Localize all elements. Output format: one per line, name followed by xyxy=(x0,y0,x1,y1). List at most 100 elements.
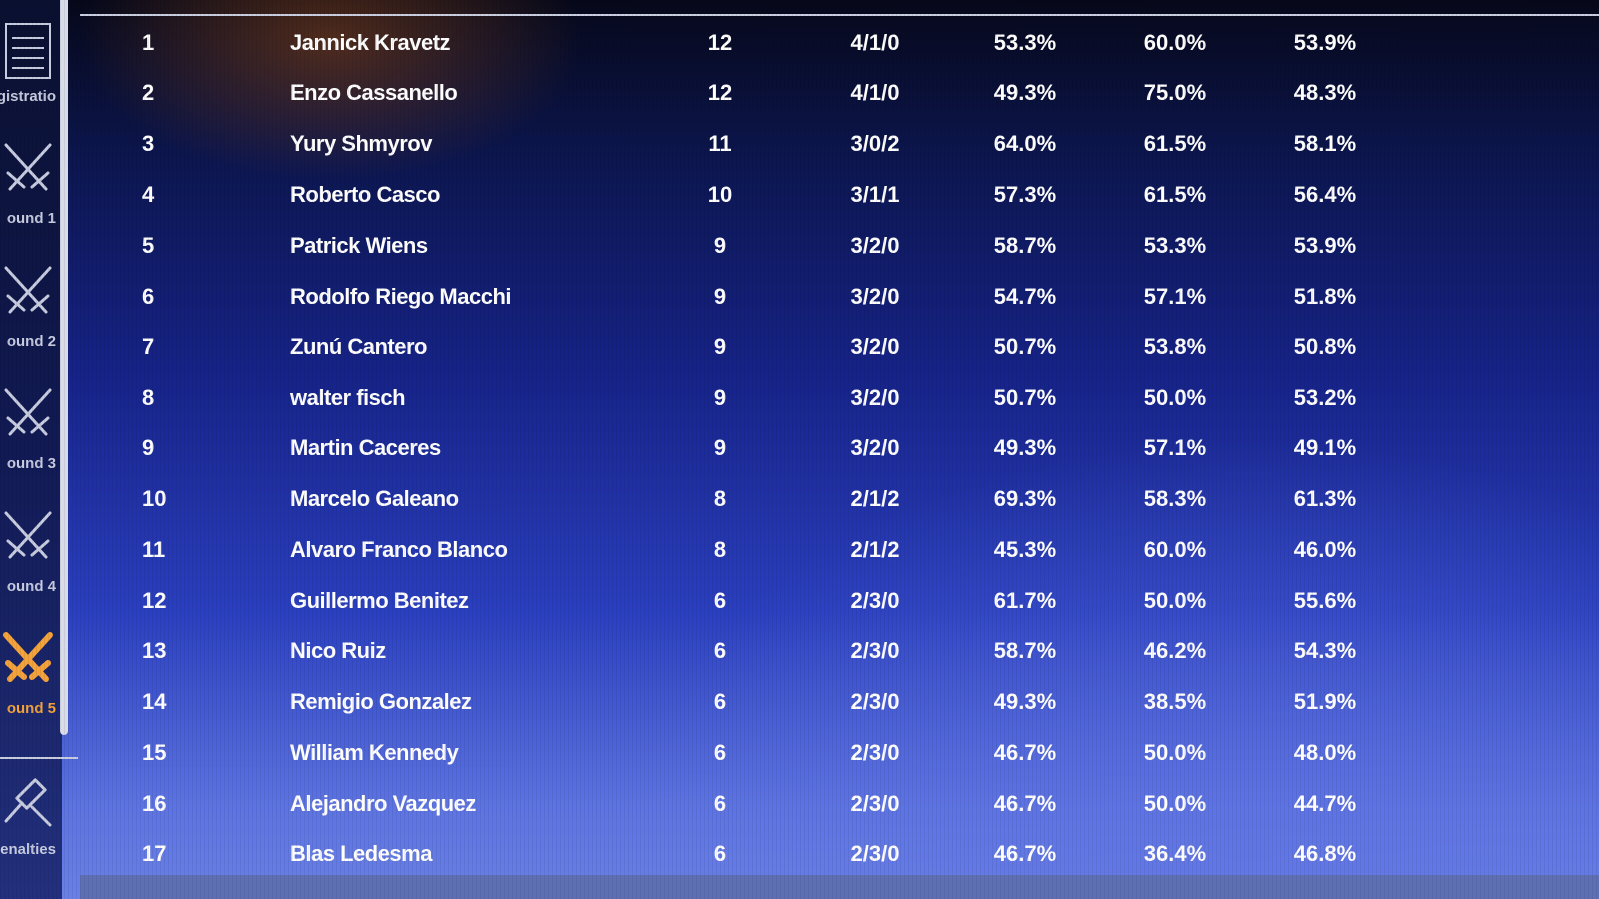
crossed-swords-icon xyxy=(4,266,52,314)
percent-cell-2: 50.0% xyxy=(1143,791,1207,816)
percent-cell-2: 50.0% xyxy=(1143,588,1207,613)
points-cell: 8 xyxy=(713,486,727,511)
player-name-cell: Nico Ruiz xyxy=(290,638,386,663)
table-row[interactable]: 13 Nico Ruiz 6 2/3/0 58.7% 46.2% 54.3% xyxy=(80,626,1599,676)
crossed-swords-icon xyxy=(4,143,52,191)
standings-screen: gistratio ound 1 ound 2 ound 3 ound 4 ou… xyxy=(0,0,1599,899)
player-name-cell: Blas Ledesma xyxy=(290,841,432,866)
percent-cell-1: 64.0% xyxy=(993,131,1057,156)
rank-cell: 3 xyxy=(142,131,155,156)
percent-cell-2: 60.0% xyxy=(1143,30,1207,55)
registration-list-icon xyxy=(5,23,51,79)
percent-cell-1: 61.7% xyxy=(993,588,1057,613)
percent-cell-1: 46.7% xyxy=(993,740,1057,765)
points-cell: 6 xyxy=(713,689,727,714)
percent-cell-3: 55.6% xyxy=(1293,588,1357,613)
rank-cell: 2 xyxy=(142,80,155,105)
table-row[interactable]: 14 Remigio Gonzalez 6 2/3/0 49.3% 38.5% … xyxy=(80,677,1599,727)
points-cell: 6 xyxy=(713,740,727,765)
sidebar-item-round-5[interactable]: ound 5 xyxy=(0,625,60,735)
table-row[interactable]: 11 Alvaro Franco Blanco 8 2/1/2 45.3% 60… xyxy=(80,525,1599,575)
table-row[interactable]: 8 walter fisch 9 3/2/0 50.7% 50.0% 53.2% xyxy=(80,373,1599,423)
percent-cell-3: 53.9% xyxy=(1293,30,1357,55)
points-cell: 9 xyxy=(713,385,727,410)
record-cell: 2/3/0 xyxy=(850,841,900,866)
record-cell: 2/1/2 xyxy=(850,486,900,511)
percent-cell-2: 57.1% xyxy=(1143,284,1207,309)
sidebar-item-round-2[interactable]: ound 2 xyxy=(0,258,60,368)
table-row[interactable]: 16 Alejandro Vazquez 6 2/3/0 46.7% 50.0%… xyxy=(80,779,1599,829)
sidebar-item-round-3[interactable]: ound 3 xyxy=(0,380,60,490)
percent-cell-1: 57.3% xyxy=(993,182,1057,207)
rank-cell: 6 xyxy=(142,284,155,309)
table-row[interactable]: 10 Marcelo Galeano 8 2/1/2 69.3% 58.3% 6… xyxy=(80,474,1599,524)
percent-cell-3: 51.9% xyxy=(1293,689,1357,714)
sidebar-item-penalties[interactable]: enalties xyxy=(0,775,60,885)
table-row[interactable]: 9 Martin Caceres 9 3/2/0 49.3% 57.1% 49.… xyxy=(80,423,1599,473)
sidebar-item-label: ound 5 xyxy=(6,700,56,717)
sidebar-item-registration[interactable]: gistratio xyxy=(0,15,60,110)
percent-cell-3: 58.1% xyxy=(1293,131,1357,156)
percent-cell-1: 50.7% xyxy=(993,385,1057,410)
table-row[interactable]: 12 Guillermo Benitez 6 2/3/0 61.7% 50.0%… xyxy=(80,576,1599,626)
table-row[interactable]: 5 Patrick Wiens 9 3/2/0 58.7% 53.3% 53.9… xyxy=(80,221,1599,271)
record-cell: 2/3/0 xyxy=(850,689,900,714)
points-cell: 6 xyxy=(713,588,727,613)
crossed-swords-icon xyxy=(4,511,52,559)
table-top-border xyxy=(80,14,1599,16)
table-row[interactable]: 1 Jannick Kravetz 12 4/1/0 53.3% 60.0% 5… xyxy=(80,18,1599,68)
points-cell: 10 xyxy=(707,182,733,207)
rank-cell: 14 xyxy=(142,689,167,714)
points-cell: 9 xyxy=(713,334,727,359)
points-cell: 12 xyxy=(707,80,733,105)
sidebar-item-round-4[interactable]: ound 4 xyxy=(0,503,60,613)
percent-cell-3: 46.0% xyxy=(1293,537,1357,562)
percent-cell-1: 46.7% xyxy=(993,791,1057,816)
percent-cell-1: 45.3% xyxy=(993,537,1057,562)
rank-cell: 8 xyxy=(142,385,155,410)
points-cell: 6 xyxy=(713,638,727,663)
percent-cell-2: 53.3% xyxy=(1143,233,1207,258)
player-name-cell: Alvaro Franco Blanco xyxy=(290,537,508,562)
table-row[interactable]: 15 William Kennedy 6 2/3/0 46.7% 50.0% 4… xyxy=(80,728,1599,778)
table-row[interactable]: 17 Blas Ledesma 6 2/3/0 46.7% 36.4% 46.8… xyxy=(80,829,1599,879)
percent-cell-3: 48.0% xyxy=(1293,740,1357,765)
record-cell: 4/1/0 xyxy=(850,80,900,105)
percent-cell-1: 53.3% xyxy=(993,30,1057,55)
table-row[interactable]: 7 Zunú Cantero 9 3/2/0 50.7% 53.8% 50.8% xyxy=(80,322,1599,372)
percent-cell-1: 49.3% xyxy=(993,435,1057,460)
percent-cell-2: 38.5% xyxy=(1143,689,1207,714)
percent-cell-2: 61.5% xyxy=(1143,131,1207,156)
sidebar-divider xyxy=(0,757,78,759)
sidebar-item-label: gistratio xyxy=(0,88,56,105)
rank-cell: 9 xyxy=(142,435,155,460)
percent-cell-3: 56.4% xyxy=(1293,182,1357,207)
gavel-icon xyxy=(4,778,52,827)
percent-cell-3: 48.3% xyxy=(1293,80,1357,105)
record-cell: 2/3/0 xyxy=(850,791,900,816)
percent-cell-1: 58.7% xyxy=(993,233,1057,258)
percent-cell-2: 50.0% xyxy=(1143,740,1207,765)
table-bottom-bar xyxy=(80,875,1599,899)
record-cell: 3/2/0 xyxy=(850,334,900,359)
sidebar-scrollbar[interactable] xyxy=(60,0,68,735)
percent-cell-2: 46.2% xyxy=(1143,638,1207,663)
record-cell: 2/3/0 xyxy=(850,588,900,613)
record-cell: 2/3/0 xyxy=(850,638,900,663)
table-row[interactable]: 4 Roberto Casco 10 3/1/1 57.3% 61.5% 56.… xyxy=(80,170,1599,220)
percent-cell-2: 57.1% xyxy=(1143,435,1207,460)
rank-cell: 10 xyxy=(142,486,167,511)
table-row[interactable]: 2 Enzo Cassanello 12 4/1/0 49.3% 75.0% 4… xyxy=(80,68,1599,118)
percent-cell-3: 51.8% xyxy=(1293,284,1357,309)
table-row[interactable]: 6 Rodolfo Riego Macchi 9 3/2/0 54.7% 57.… xyxy=(80,272,1599,322)
percent-cell-3: 53.2% xyxy=(1293,385,1357,410)
sidebar-item-label: ound 4 xyxy=(6,578,56,595)
player-name-cell: William Kennedy xyxy=(290,740,459,765)
sidebar-item-round-1[interactable]: ound 1 xyxy=(0,135,60,245)
rank-cell: 16 xyxy=(142,791,167,816)
player-name-cell: Remigio Gonzalez xyxy=(290,689,472,714)
player-name-cell: Marcelo Galeano xyxy=(290,486,459,511)
player-name-cell: walter fisch xyxy=(290,385,406,410)
table-row[interactable]: 3 Yury Shmyrov 11 3/0/2 64.0% 61.5% 58.1… xyxy=(80,119,1599,169)
percent-cell-1: 50.7% xyxy=(993,334,1057,359)
